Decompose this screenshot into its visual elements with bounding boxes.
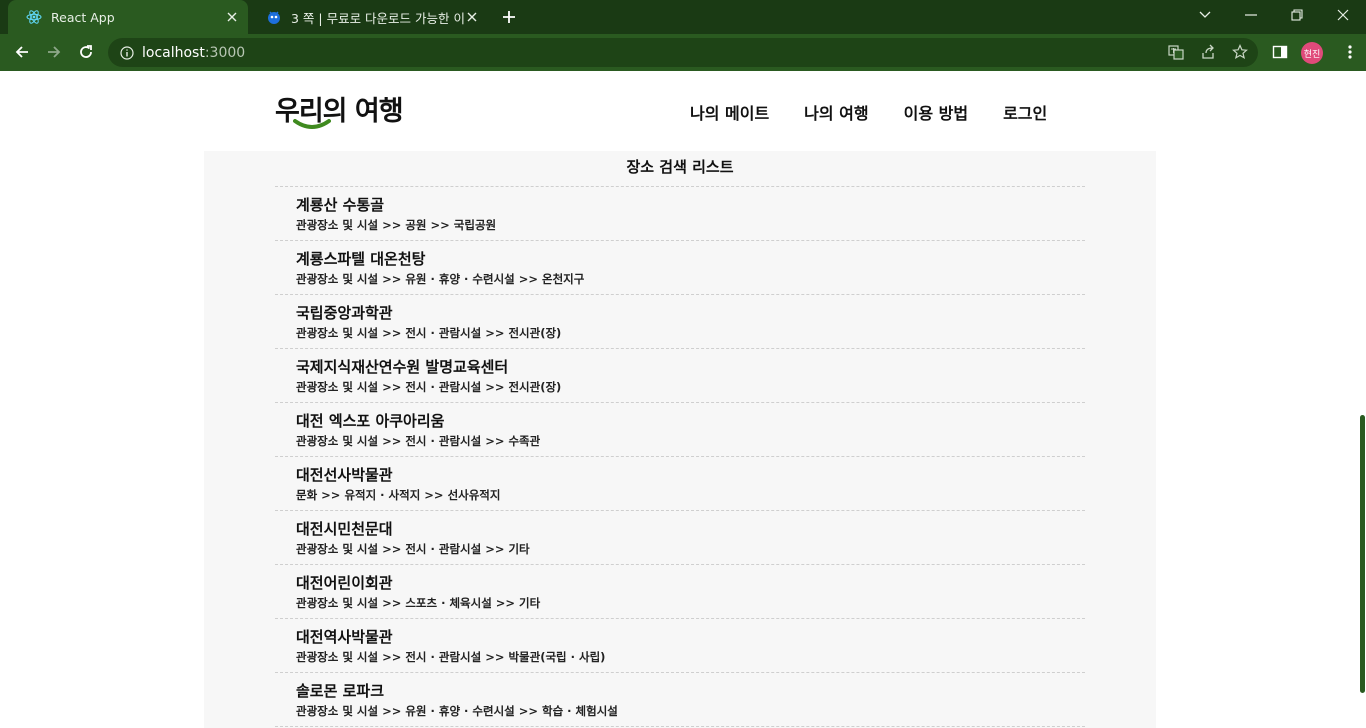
place-category: 문화 >> 유적지 · 사적지 >> 선사유적지 xyxy=(296,488,501,502)
page-viewport: 우리의 여행 나의 메이트 나의 여행 이용 방법 로그인 장소 검색 리스트 … xyxy=(0,71,1366,728)
place-category: 관광장소 및 시설 >> 유원 · 휴양 · 수련시설 >> 학습 · 체험시설 xyxy=(296,704,618,718)
nav-my-mate[interactable]: 나의 메이트 xyxy=(690,100,769,124)
main-nav: 나의 메이트 나의 여행 이용 방법 로그인 xyxy=(690,100,1082,124)
tab-react-app[interactable]: React App xyxy=(8,0,248,34)
new-tab-icon[interactable] xyxy=(498,6,520,28)
place-name: 대전시민천문대 xyxy=(296,520,393,538)
place-category: 관광장소 및 시설 >> 유원 · 휴양 · 수련시설 >> 온천지구 xyxy=(296,272,585,286)
site-info-icon[interactable] xyxy=(120,45,134,60)
list-item[interactable]: 국립중앙과학관 관광장소 및 시설 >> 전시 · 관람시설 >> 전시관(장) xyxy=(275,295,1085,349)
place-name: 국제지식재산연수원 발명교육센터 xyxy=(296,358,509,376)
place-category: 관광장소 및 시설 >> 전시 · 관람시설 >> 전시관(장) xyxy=(296,380,562,394)
place-category: 관광장소 및 시설 >> 전시 · 관람시설 >> 전시관(장) xyxy=(296,326,562,340)
browser-toolbar: localhost:3000 현진 xyxy=(0,34,1366,71)
close-tab-icon[interactable] xyxy=(224,9,240,25)
place-name: 솔로몬 로파크 xyxy=(296,682,385,700)
place-category: 관광장소 및 시설 >> 공원 >> 국립공원 xyxy=(296,218,497,232)
more-menu-icon[interactable] xyxy=(1340,42,1360,62)
list-item[interactable]: 솔로몬 로파크 관광장소 및 시설 >> 유원 · 휴양 · 수련시설 >> 학… xyxy=(275,673,1085,727)
nav-how-to-use[interactable]: 이용 방법 xyxy=(904,100,968,124)
close-window-icon[interactable] xyxy=(1320,0,1366,30)
bookmark-star-icon[interactable] xyxy=(1230,42,1250,62)
url-host: localhost xyxy=(142,44,205,61)
restore-icon[interactable] xyxy=(1274,0,1320,30)
list-item[interactable]: 대전역사박물관 관광장소 및 시설 >> 전시 · 관람시설 >> 박물관(국립… xyxy=(275,619,1085,673)
freepik-icon xyxy=(266,9,282,25)
place-name: 대전역사박물관 xyxy=(296,628,393,646)
logo-smile-icon xyxy=(293,119,331,129)
side-panel-icon[interactable] xyxy=(1270,42,1290,62)
list-item[interactable]: 계룡산 수통골 관광장소 및 시설 >> 공원 >> 국립공원 xyxy=(275,187,1085,241)
back-icon[interactable] xyxy=(8,38,36,66)
close-tab-icon[interactable] xyxy=(464,9,480,25)
list-item[interactable]: 대전어린이회관 관광장소 및 시설 >> 스포츠 · 체육시설 >> 기타 xyxy=(275,565,1085,619)
list-item[interactable]: 대전 엑스포 아쿠아리움 관광장소 및 시설 >> 전시 · 관람시설 >> 수… xyxy=(275,403,1085,457)
address-bar[interactable]: localhost:3000 xyxy=(108,38,1258,67)
list-item[interactable]: 대전선사박물관 문화 >> 유적지 · 사적지 >> 선사유적지 xyxy=(275,457,1085,511)
place-name: 대전선사박물관 xyxy=(296,466,393,484)
nav-login[interactable]: 로그인 xyxy=(1003,100,1047,124)
place-search-panel: 장소 검색 리스트 계룡산 수통골 관광장소 및 시설 >> 공원 >> 국립공… xyxy=(204,151,1156,728)
browser-tab-strip: React App 3 쪽 | 무료로 다운로드 가능한 이 xyxy=(0,0,1366,34)
tab-freepik[interactable]: 3 쪽 | 무료로 다운로드 가능한 이 xyxy=(248,0,488,34)
share-icon[interactable] xyxy=(1198,42,1218,62)
site-logo[interactable]: 우리의 여행 xyxy=(273,85,418,133)
tab-title: 3 쪽 | 무료로 다운로드 가능한 이 xyxy=(291,10,466,26)
minimize-icon[interactable] xyxy=(1228,0,1274,30)
place-name: 계룡산 수통골 xyxy=(296,196,385,214)
place-name: 대전 엑스포 아쿠아리움 xyxy=(296,412,445,430)
place-list: 계룡산 수통골 관광장소 및 시설 >> 공원 >> 국립공원 계룡스파텔 대온… xyxy=(275,186,1085,727)
url-text: localhost:3000 xyxy=(142,45,245,61)
place-category: 관광장소 및 시설 >> 전시 · 관람시설 >> 수족관 xyxy=(296,434,541,448)
place-category: 관광장소 및 시설 >> 전시 · 관람시설 >> 기타 xyxy=(296,542,530,556)
scrollbar-thumb[interactable] xyxy=(1360,415,1365,693)
nav-my-trip[interactable]: 나의 여행 xyxy=(804,100,868,124)
reload-icon[interactable] xyxy=(72,38,100,66)
tab-search-icon[interactable] xyxy=(1182,0,1228,30)
profile-avatar[interactable]: 현진 xyxy=(1301,42,1323,64)
list-item[interactable]: 국제지식재산연수원 발명교육센터 관광장소 및 시설 >> 전시 · 관람시설 … xyxy=(275,349,1085,403)
forward-icon[interactable] xyxy=(40,38,68,66)
url-port: :3000 xyxy=(204,44,246,61)
list-item[interactable]: 계룡스파텔 대온천탕 관광장소 및 시설 >> 유원 · 휴양 · 수련시설 >… xyxy=(275,241,1085,295)
place-category: 관광장소 및 시설 >> 스포츠 · 체육시설 >> 기타 xyxy=(296,596,541,610)
place-name: 국립중앙과학관 xyxy=(296,304,393,322)
page-scrollbar[interactable] xyxy=(1358,71,1366,728)
panel-title: 장소 검색 리스트 xyxy=(626,158,734,176)
place-name: 계룡스파텔 대온천탕 xyxy=(296,250,426,268)
place-name: 대전어린이회관 xyxy=(296,574,393,592)
translate-icon[interactable] xyxy=(1166,42,1186,62)
list-item[interactable]: 대전시민천문대 관광장소 및 시설 >> 전시 · 관람시설 >> 기타 xyxy=(275,511,1085,565)
react-icon xyxy=(26,9,42,25)
tab-title: React App xyxy=(51,9,115,25)
place-category: 관광장소 및 시설 >> 전시 · 관람시설 >> 박물관(국립 · 사립) xyxy=(296,650,606,664)
